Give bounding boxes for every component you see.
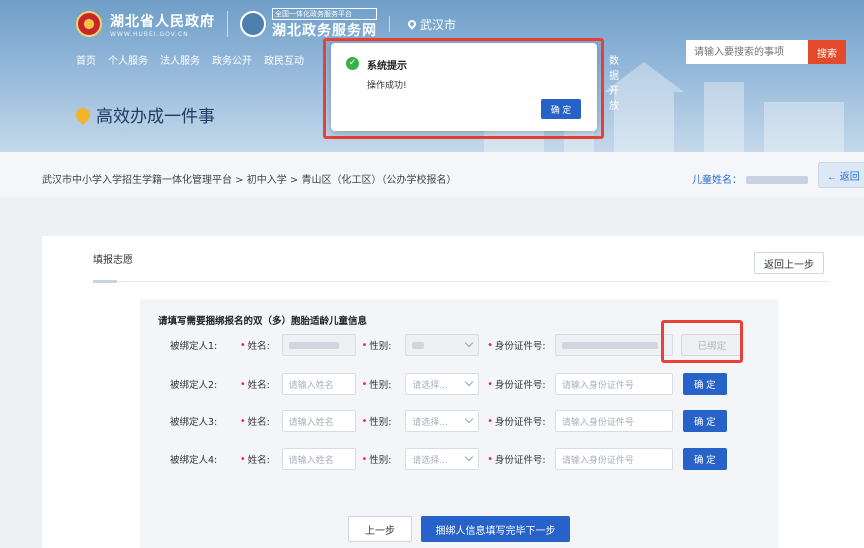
gender-select[interactable]: 请选择... <box>405 448 480 470</box>
national-emblem-icon <box>76 11 102 37</box>
id-input[interactable] <box>554 334 673 356</box>
page-title-text: 高效办成一件事 <box>96 107 215 127</box>
child-name-info: 儿童姓名： <box>692 171 808 186</box>
nav-corporate[interactable]: 法人服务 <box>160 52 200 67</box>
gov-site: WWW.HUBEI.GOV.CN <box>110 30 189 38</box>
confirm-button[interactable]: 确 定 <box>682 448 727 470</box>
gender-label: 性别: <box>369 455 392 466</box>
main-nav: 首页 个人服务 法人服务 政务公开 政民互动 数据开放 <box>76 52 619 112</box>
location-pin-icon <box>73 104 93 125</box>
nav-interaction[interactable]: 政民互动 <box>264 52 304 67</box>
gender-select[interactable]: 请选择... <box>405 373 480 395</box>
portal-logo-icon <box>240 11 266 37</box>
tab-indicator <box>93 280 117 283</box>
divider <box>117 281 829 282</box>
portal-name[interactable]: 湖北政务服务网 <box>272 20 377 40</box>
dialog-message: 操作成功! <box>367 81 407 91</box>
confirm-button[interactable]: 确 定 <box>682 410 727 432</box>
name-label: 姓名: <box>247 417 270 428</box>
id-input[interactable]: 请输入身份证件号 <box>554 448 673 470</box>
card-title: 填报志愿 <box>93 255 133 266</box>
chevron-down-icon <box>464 338 474 348</box>
name-label: 姓名: <box>247 341 270 352</box>
gender-label: 性别: <box>369 380 392 391</box>
gender-label: 性别: <box>369 417 392 428</box>
row-label: 被绑定人2: <box>170 380 218 391</box>
binding-row-1: 被绑定人1: • 姓名: • 性别: • 身份证件号: 已绑定 <box>170 334 743 356</box>
city-selector[interactable]: 武汉市 <box>406 16 457 33</box>
return-previous-step-button[interactable]: 返回上一步 <box>754 252 824 274</box>
search-button[interactable]: 搜索 <box>808 40 846 64</box>
chevron-down-icon <box>464 452 474 462</box>
name-label: 姓名: <box>247 455 270 466</box>
back-button[interactable]: ← 返回 <box>818 162 864 188</box>
child-name-masked <box>746 176 808 184</box>
binding-row-3: 被绑定人3: • 姓名: 请输入姓名 • 性别: 请选择... • 身份证件号: 请输… <box>170 410 727 432</box>
dialog-title: 系统提示 <box>367 61 407 72</box>
highlight-bound-button <box>661 320 743 363</box>
gov-name[interactable]: 湖北省人民政府 <box>110 11 215 31</box>
name-label: 姓名: <box>247 380 270 391</box>
location-pin-icon <box>406 18 418 30</box>
gender-label: 性别: <box>369 341 392 352</box>
gender-placeholder: 请选择... <box>412 417 448 428</box>
portal-tag: 全国一体化政务服务平台 <box>272 8 377 20</box>
name-input[interactable]: 请输入姓名 <box>281 448 356 470</box>
city-label: 武汉市 <box>420 17 457 32</box>
child-name-label: 儿童姓名： <box>692 175 742 186</box>
id-label: 身份证件号: <box>494 417 546 428</box>
name-input[interactable]: 请输入姓名 <box>281 373 356 395</box>
check-circle-icon: ✓ <box>346 57 359 70</box>
name-input[interactable] <box>281 334 356 356</box>
nav-public[interactable]: 政务公开 <box>212 52 252 67</box>
nav-open-data[interactable]: 数据开放 <box>609 52 619 112</box>
id-label: 身份证件号: <box>494 341 546 352</box>
id-input[interactable]: 请输入身份证件号 <box>554 410 673 432</box>
form-heading: 请填写需要捆绑报名的双（多）胞胎适龄儿童信息 <box>158 316 368 327</box>
gender-placeholder: 请选择... <box>412 380 448 391</box>
nav-personal[interactable]: 个人服务 <box>108 52 148 67</box>
breadcrumb: 武汉市中小学入学招生学籍一体化管理平台 > 初中入学 > 青山区（化工区）（公办… <box>42 175 457 186</box>
row-label: 被绑定人3: <box>170 417 218 428</box>
gender-select[interactable]: 请选择... <box>405 410 480 432</box>
id-input[interactable]: 请输入身份证件号 <box>554 373 673 395</box>
confirm-button[interactable]: 确 定 <box>682 373 727 395</box>
binding-row-2: 被绑定人2: • 姓名: 请输入姓名 • 性别: 请选择... • 身份证件号: 请输… <box>170 373 727 395</box>
row-label: 被绑定人1: <box>170 341 218 352</box>
dialog-ok-button[interactable]: 确 定 <box>541 99 581 119</box>
id-label: 身份证件号: <box>494 455 546 466</box>
name-input[interactable]: 请输入姓名 <box>281 410 356 432</box>
system-dialog: ✓ 系统提示 操作成功! 确 定 <box>331 43 597 131</box>
chevron-down-icon <box>464 414 474 424</box>
binding-row-4: 被绑定人4: • 姓名: 请输入姓名 • 性别: 请选择... • 身份证件号: 请输… <box>170 448 727 470</box>
previous-step-button[interactable]: 上一步 <box>348 516 412 542</box>
page-title: 高效办成一件事 <box>73 102 215 127</box>
id-label: 身份证件号: <box>494 380 546 391</box>
gender-select[interactable] <box>405 334 480 356</box>
next-step-button[interactable]: 捆绑人信息填写完毕下一步 <box>421 516 570 542</box>
back-label: 返回 <box>839 171 860 183</box>
search-input[interactable] <box>686 40 808 64</box>
gender-placeholder: 请选择... <box>412 455 448 466</box>
nav-home[interactable]: 首页 <box>76 52 96 67</box>
row-label: 被绑定人4: <box>170 455 218 466</box>
chevron-down-icon <box>464 377 474 387</box>
